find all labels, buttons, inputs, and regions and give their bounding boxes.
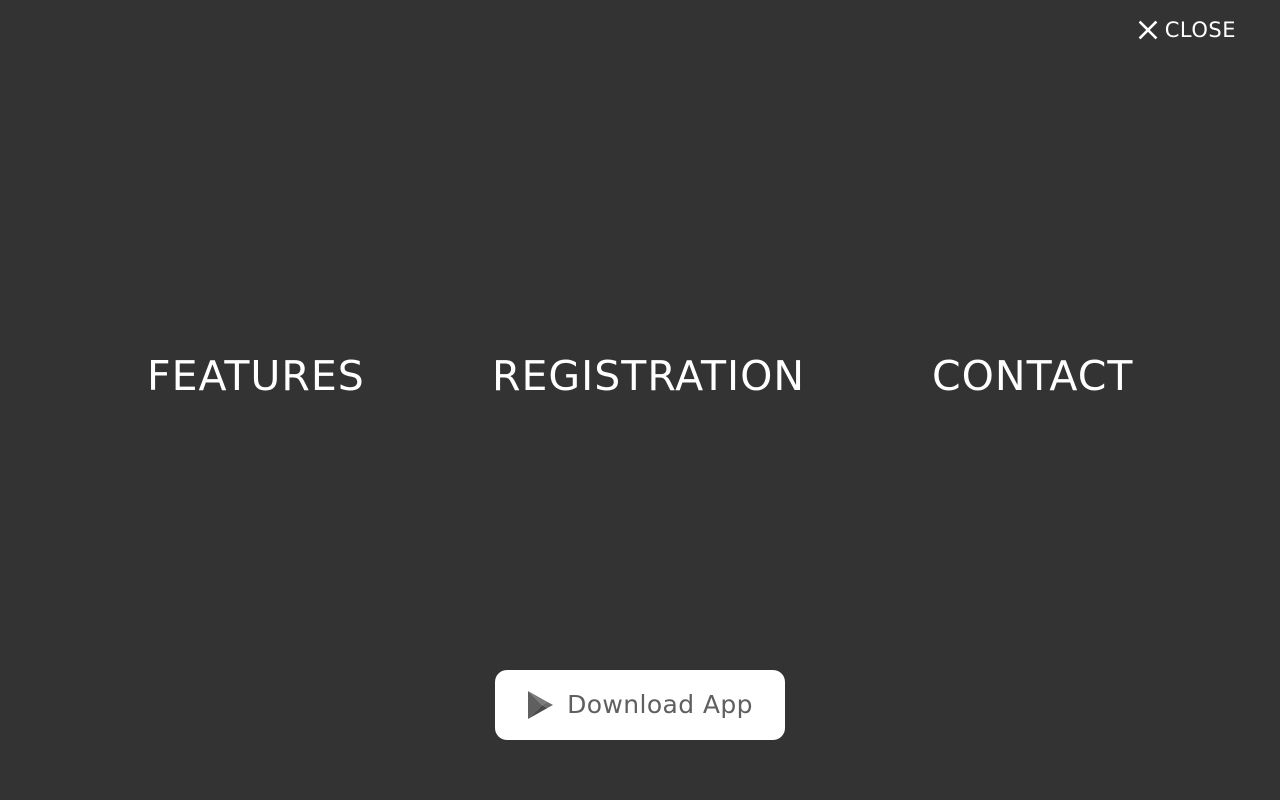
menu-item-registration[interactable]: REGISTRATION <box>492 348 805 404</box>
menu-overlay: CLOSE FEATURES REGISTRATION CONTACT Down… <box>0 0 1280 800</box>
download-app-button[interactable]: Download App <box>495 670 785 740</box>
close-button[interactable]: CLOSE <box>1138 16 1236 44</box>
close-icon <box>1138 20 1158 40</box>
main-menu: FEATURES REGISTRATION CONTACT <box>0 348 1280 404</box>
menu-item-contact[interactable]: CONTACT <box>932 348 1133 404</box>
close-label: CLOSE <box>1164 18 1236 42</box>
download-app-label: Download App <box>567 690 753 719</box>
menu-item-features[interactable]: FEATURES <box>147 348 365 404</box>
google-play-icon <box>528 691 554 719</box>
